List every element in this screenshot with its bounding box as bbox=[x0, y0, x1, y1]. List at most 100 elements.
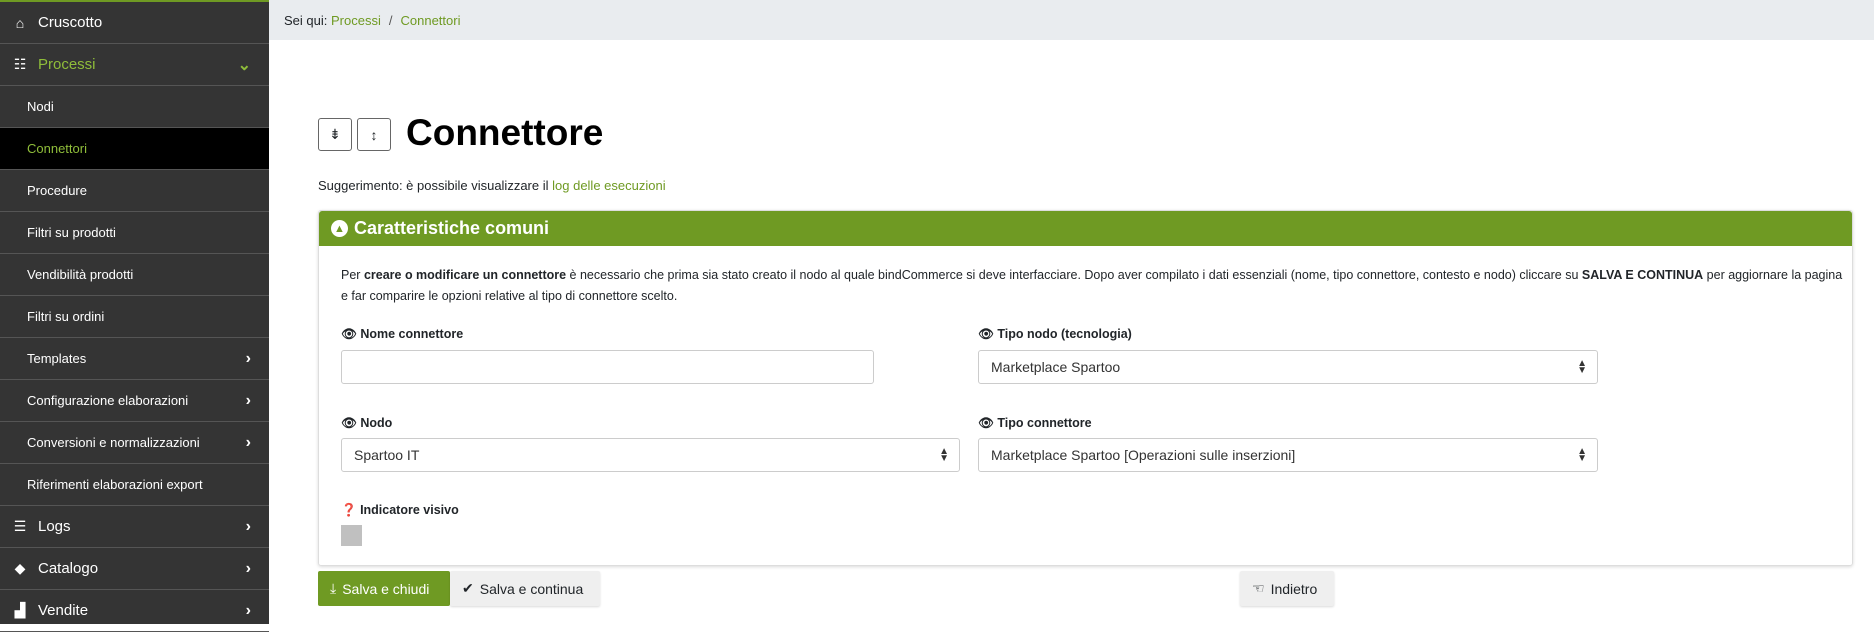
processes-icon: ☷ bbox=[12, 56, 28, 73]
nome-connettore-input[interactable] bbox=[341, 350, 874, 384]
sidebar-item-configurazione[interactable]: Configurazione elaborazioni › bbox=[0, 380, 269, 422]
select-value: Marketplace Spartoo bbox=[991, 359, 1120, 375]
collapse-all-button[interactable]: ⇟ bbox=[318, 118, 352, 151]
sidebar-item-label: Connettori bbox=[27, 141, 87, 156]
sidebar-item-templates[interactable]: Templates › bbox=[0, 338, 269, 380]
nodo-select[interactable]: Spartoo IT ▲▼ bbox=[341, 438, 960, 472]
intro-part: Per bbox=[341, 268, 364, 282]
sidebar-item-label: Cruscotto bbox=[38, 14, 102, 31]
chevron-up-circle-icon: ▲ bbox=[331, 220, 348, 237]
nodo-label: 👁 Nodo bbox=[341, 416, 392, 431]
tipo-nodo-label: 👁 Tipo nodo (tecnologia) bbox=[978, 327, 1132, 342]
breadcrumb-processi[interactable]: Processi bbox=[331, 13, 381, 28]
intro-bold: creare o modificare un connettore bbox=[364, 268, 566, 282]
intro-bold: SALVA E CONTINUA bbox=[1582, 268, 1703, 282]
hint-text: Suggerimento: è possibile visualizzare i… bbox=[318, 178, 666, 193]
expand-icon: ↕ bbox=[371, 127, 378, 143]
chart-icon: ▟ bbox=[12, 602, 28, 619]
tipo-connettore-select[interactable]: Marketplace Spartoo [Operazioni sulle in… bbox=[978, 438, 1598, 472]
chevron-right-icon: › bbox=[246, 602, 251, 620]
panel-title: Caratteristiche comuni bbox=[354, 218, 549, 239]
label-text: Indicatore visivo bbox=[360, 503, 459, 517]
logs-icon: ☰ bbox=[12, 518, 28, 535]
color-swatch[interactable] bbox=[341, 525, 362, 546]
collapse-icon: ⇟ bbox=[329, 126, 341, 143]
eye-icon: 👁 bbox=[341, 327, 357, 341]
chevron-right-icon: › bbox=[246, 518, 251, 536]
sidebar-item-conversioni[interactable]: Conversioni e normalizzazioni › bbox=[0, 422, 269, 464]
intro-text: Per creare o modificare un connettore è … bbox=[341, 265, 1848, 307]
question-circle-icon: ❓ bbox=[341, 503, 357, 517]
select-arrows-icon: ▲▼ bbox=[1577, 448, 1587, 462]
hand-back-icon: ☜ bbox=[1252, 580, 1265, 597]
sidebar-item-label: Riferimenti elaborazioni export bbox=[27, 477, 203, 492]
sidebar-item-label: Configurazione elaborazioni bbox=[27, 393, 188, 408]
home-icon: ⌂ bbox=[12, 15, 28, 31]
chevron-right-icon: › bbox=[246, 350, 251, 368]
sidebar-item-vendibilita[interactable]: Vendibilità prodotti bbox=[0, 254, 269, 296]
sidebar-item-label: Filtri su ordini bbox=[27, 309, 104, 324]
breadcrumb: Sei qui: Processi / Connettori bbox=[269, 0, 1874, 40]
breadcrumb-prefix: Sei qui: bbox=[284, 13, 327, 28]
label-text: Nodo bbox=[360, 416, 392, 430]
chevron-down-icon: ⌄ bbox=[238, 55, 251, 75]
hint-prefix: Suggerimento: è possibile visualizzare i… bbox=[318, 178, 552, 193]
sidebar-item-label: Catalogo bbox=[38, 560, 98, 577]
sidebar-item-label: Processi bbox=[38, 56, 96, 73]
chevron-right-icon: › bbox=[246, 434, 251, 452]
label-text: Tipo nodo (tecnologia) bbox=[997, 327, 1131, 341]
page-title: Connettore bbox=[406, 112, 603, 154]
panel-header[interactable]: ▲ Caratteristiche comuni bbox=[319, 211, 1852, 246]
sidebar-item-label: Procedure bbox=[27, 183, 87, 198]
back-button[interactable]: ☜ Indietro bbox=[1240, 571, 1334, 606]
breadcrumb-connettori[interactable]: Connettori bbox=[400, 13, 460, 28]
sidebar-item-processi[interactable]: ☷ Processi ⌄ bbox=[0, 44, 269, 86]
chevron-right-icon: › bbox=[246, 392, 251, 410]
sidebar-item-label: Logs bbox=[38, 518, 71, 535]
tipo-nodo-select[interactable]: Marketplace Spartoo ▲▼ bbox=[978, 350, 1598, 384]
sidebar-item-logs[interactable]: ☰ Logs › bbox=[0, 506, 269, 548]
eye-icon: 👁 bbox=[978, 327, 994, 341]
box-icon: ◆ bbox=[12, 560, 28, 577]
sidebar-item-filtri-prodotti[interactable]: Filtri su prodotti bbox=[0, 212, 269, 254]
sidebar-item-vendite[interactable]: ▟ Vendite › bbox=[0, 590, 269, 632]
expand-all-button[interactable]: ↕ bbox=[357, 118, 391, 151]
sidebar-item-filtri-ordini[interactable]: Filtri su ordini bbox=[0, 296, 269, 338]
sidebar-item-connettori[interactable]: Connettori bbox=[0, 128, 269, 170]
sidebar-item-label: Vendibilità prodotti bbox=[27, 267, 133, 282]
eye-icon: 👁 bbox=[341, 416, 357, 430]
select-value: Spartoo IT bbox=[354, 447, 419, 463]
eye-icon: 👁 bbox=[978, 416, 994, 430]
tipo-connettore-label: 👁 Tipo connettore bbox=[978, 416, 1092, 431]
label-text: Tipo connettore bbox=[997, 416, 1091, 430]
button-label: Salva e chiudi bbox=[342, 581, 429, 597]
select-value: Marketplace Spartoo [Operazioni sulle in… bbox=[991, 447, 1295, 463]
sidebar-item-riferimenti[interactable]: Riferimenti elaborazioni export bbox=[0, 464, 269, 506]
sidebar-item-label: Filtri su prodotti bbox=[27, 225, 116, 240]
select-arrows-icon: ▲▼ bbox=[1577, 360, 1587, 374]
button-label: Indietro bbox=[1271, 581, 1318, 597]
label-text: Nome connettore bbox=[360, 327, 463, 341]
panel-caratteristiche-comuni: ▲ Caratteristiche comuni Per creare o mod… bbox=[318, 210, 1853, 566]
check-circle-icon: ✔ bbox=[462, 580, 474, 597]
log-link[interactable]: log delle esecuzioni bbox=[552, 178, 665, 193]
intro-part: è necessario che prima sia stato creato … bbox=[566, 268, 1582, 282]
sidebar-item-procedure[interactable]: Procedure bbox=[0, 170, 269, 212]
breadcrumb-separator: / bbox=[389, 13, 393, 28]
indicatore-label: ❓ Indicatore visivo bbox=[341, 503, 459, 518]
nome-label: 👁 Nome connettore bbox=[341, 327, 463, 342]
save-close-button[interactable]: ⤓ Salva e chiudi bbox=[318, 571, 450, 606]
sidebar-item-cruscotto[interactable]: ⌂ Cruscotto bbox=[0, 2, 269, 44]
download-icon: ⤓ bbox=[330, 580, 336, 597]
chevron-right-icon: › bbox=[246, 560, 251, 578]
select-arrows-icon: ▲▼ bbox=[939, 448, 949, 462]
sidebar-item-nodi[interactable]: Nodi bbox=[0, 86, 269, 128]
sidebar-item-catalogo[interactable]: ◆ Catalogo › bbox=[0, 548, 269, 590]
sidebar-item-label: Templates bbox=[27, 351, 86, 366]
sidebar: ⌂ Cruscotto ☷ Processi ⌄ Nodi Connettori Pr… bbox=[0, 0, 269, 624]
sidebar-item-label: Nodi bbox=[27, 99, 54, 114]
save-continue-button[interactable]: ✔ Salva e continua bbox=[450, 571, 600, 606]
button-label: Salva e continua bbox=[480, 581, 584, 597]
sidebar-item-label: Vendite bbox=[38, 602, 88, 619]
sidebar-item-label: Conversioni e normalizzazioni bbox=[27, 435, 200, 450]
